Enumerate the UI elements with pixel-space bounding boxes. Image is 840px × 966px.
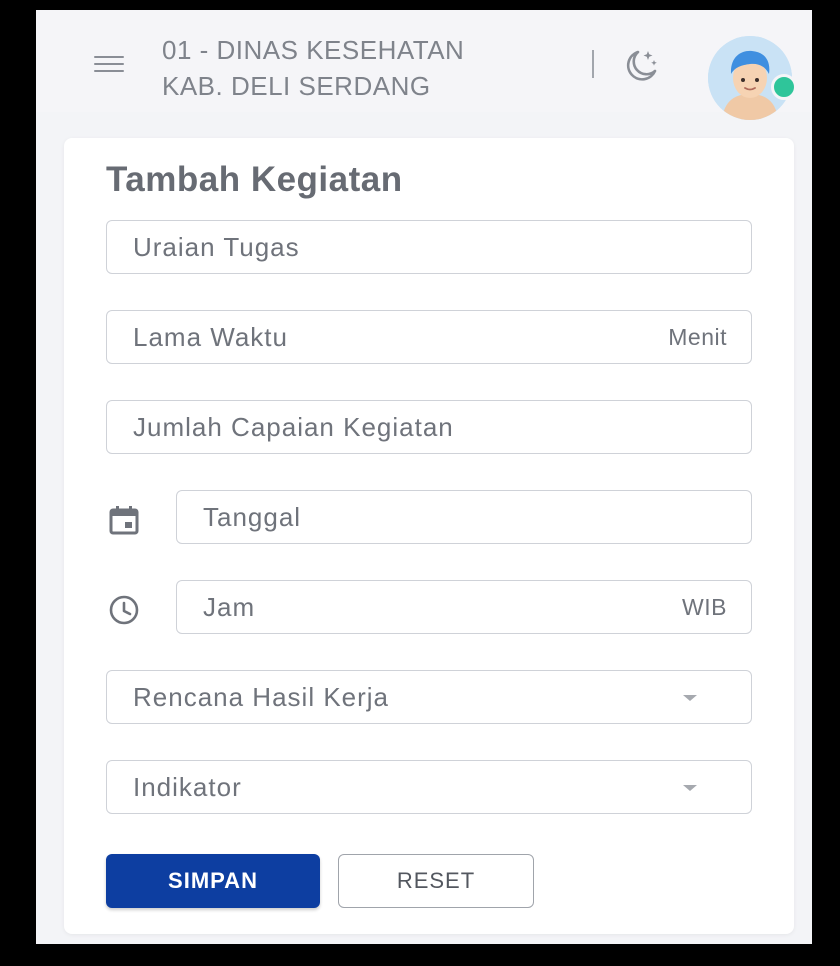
form-title: Tambah Kegiatan — [106, 160, 403, 199]
add-activity-form: Tambah Kegiatan Uraian Tugas Lama Waktu … — [64, 138, 794, 934]
hamburger-menu-icon[interactable] — [94, 56, 124, 74]
date-label: Tanggal — [203, 502, 302, 532]
app-screen: 01 - DINAS KESEHATAN KAB. DELI SERDANG T… — [36, 10, 812, 944]
task-description-label: Uraian Tugas — [133, 232, 300, 262]
chevron-down-icon[interactable] — [683, 785, 697, 791]
online-status-dot — [771, 74, 797, 100]
achievement-count-field[interactable]: Jumlah Capaian Kegiatan — [106, 400, 752, 454]
calendar-icon — [109, 506, 139, 535]
date-field[interactable]: Tanggal — [176, 490, 752, 544]
top-header: 01 - DINAS KESEHATAN KAB. DELI SERDANG — [36, 10, 812, 120]
time-field[interactable]: Jam WIB — [176, 580, 752, 634]
save-button[interactable]: SIMPAN — [106, 854, 320, 908]
duration-label: Lama Waktu — [133, 322, 288, 352]
chevron-down-icon[interactable] — [683, 695, 697, 701]
duration-unit: Menit — [668, 324, 727, 350]
work-plan-label: Rencana Hasil Kerja — [133, 682, 390, 712]
time-label: Jam — [203, 592, 256, 622]
duration-field[interactable]: Lama Waktu Menit — [106, 310, 752, 364]
header-divider — [592, 50, 594, 78]
task-description-field[interactable]: Uraian Tugas — [106, 220, 752, 274]
moon-stars-icon[interactable] — [622, 46, 660, 84]
organization-name: 01 - DINAS KESEHATAN KAB. DELI SERDANG — [162, 35, 465, 101]
work-plan-select[interactable]: Rencana Hasil Kerja — [106, 670, 752, 724]
reset-button[interactable]: RESET — [338, 854, 534, 908]
indicator-select[interactable]: Indikator — [106, 760, 752, 814]
indicator-label: Indikator — [133, 772, 242, 802]
achievement-count-label: Jumlah Capaian Kegiatan — [133, 412, 454, 442]
clock-icon — [109, 595, 139, 625]
time-zone-unit: WIB — [682, 594, 727, 620]
